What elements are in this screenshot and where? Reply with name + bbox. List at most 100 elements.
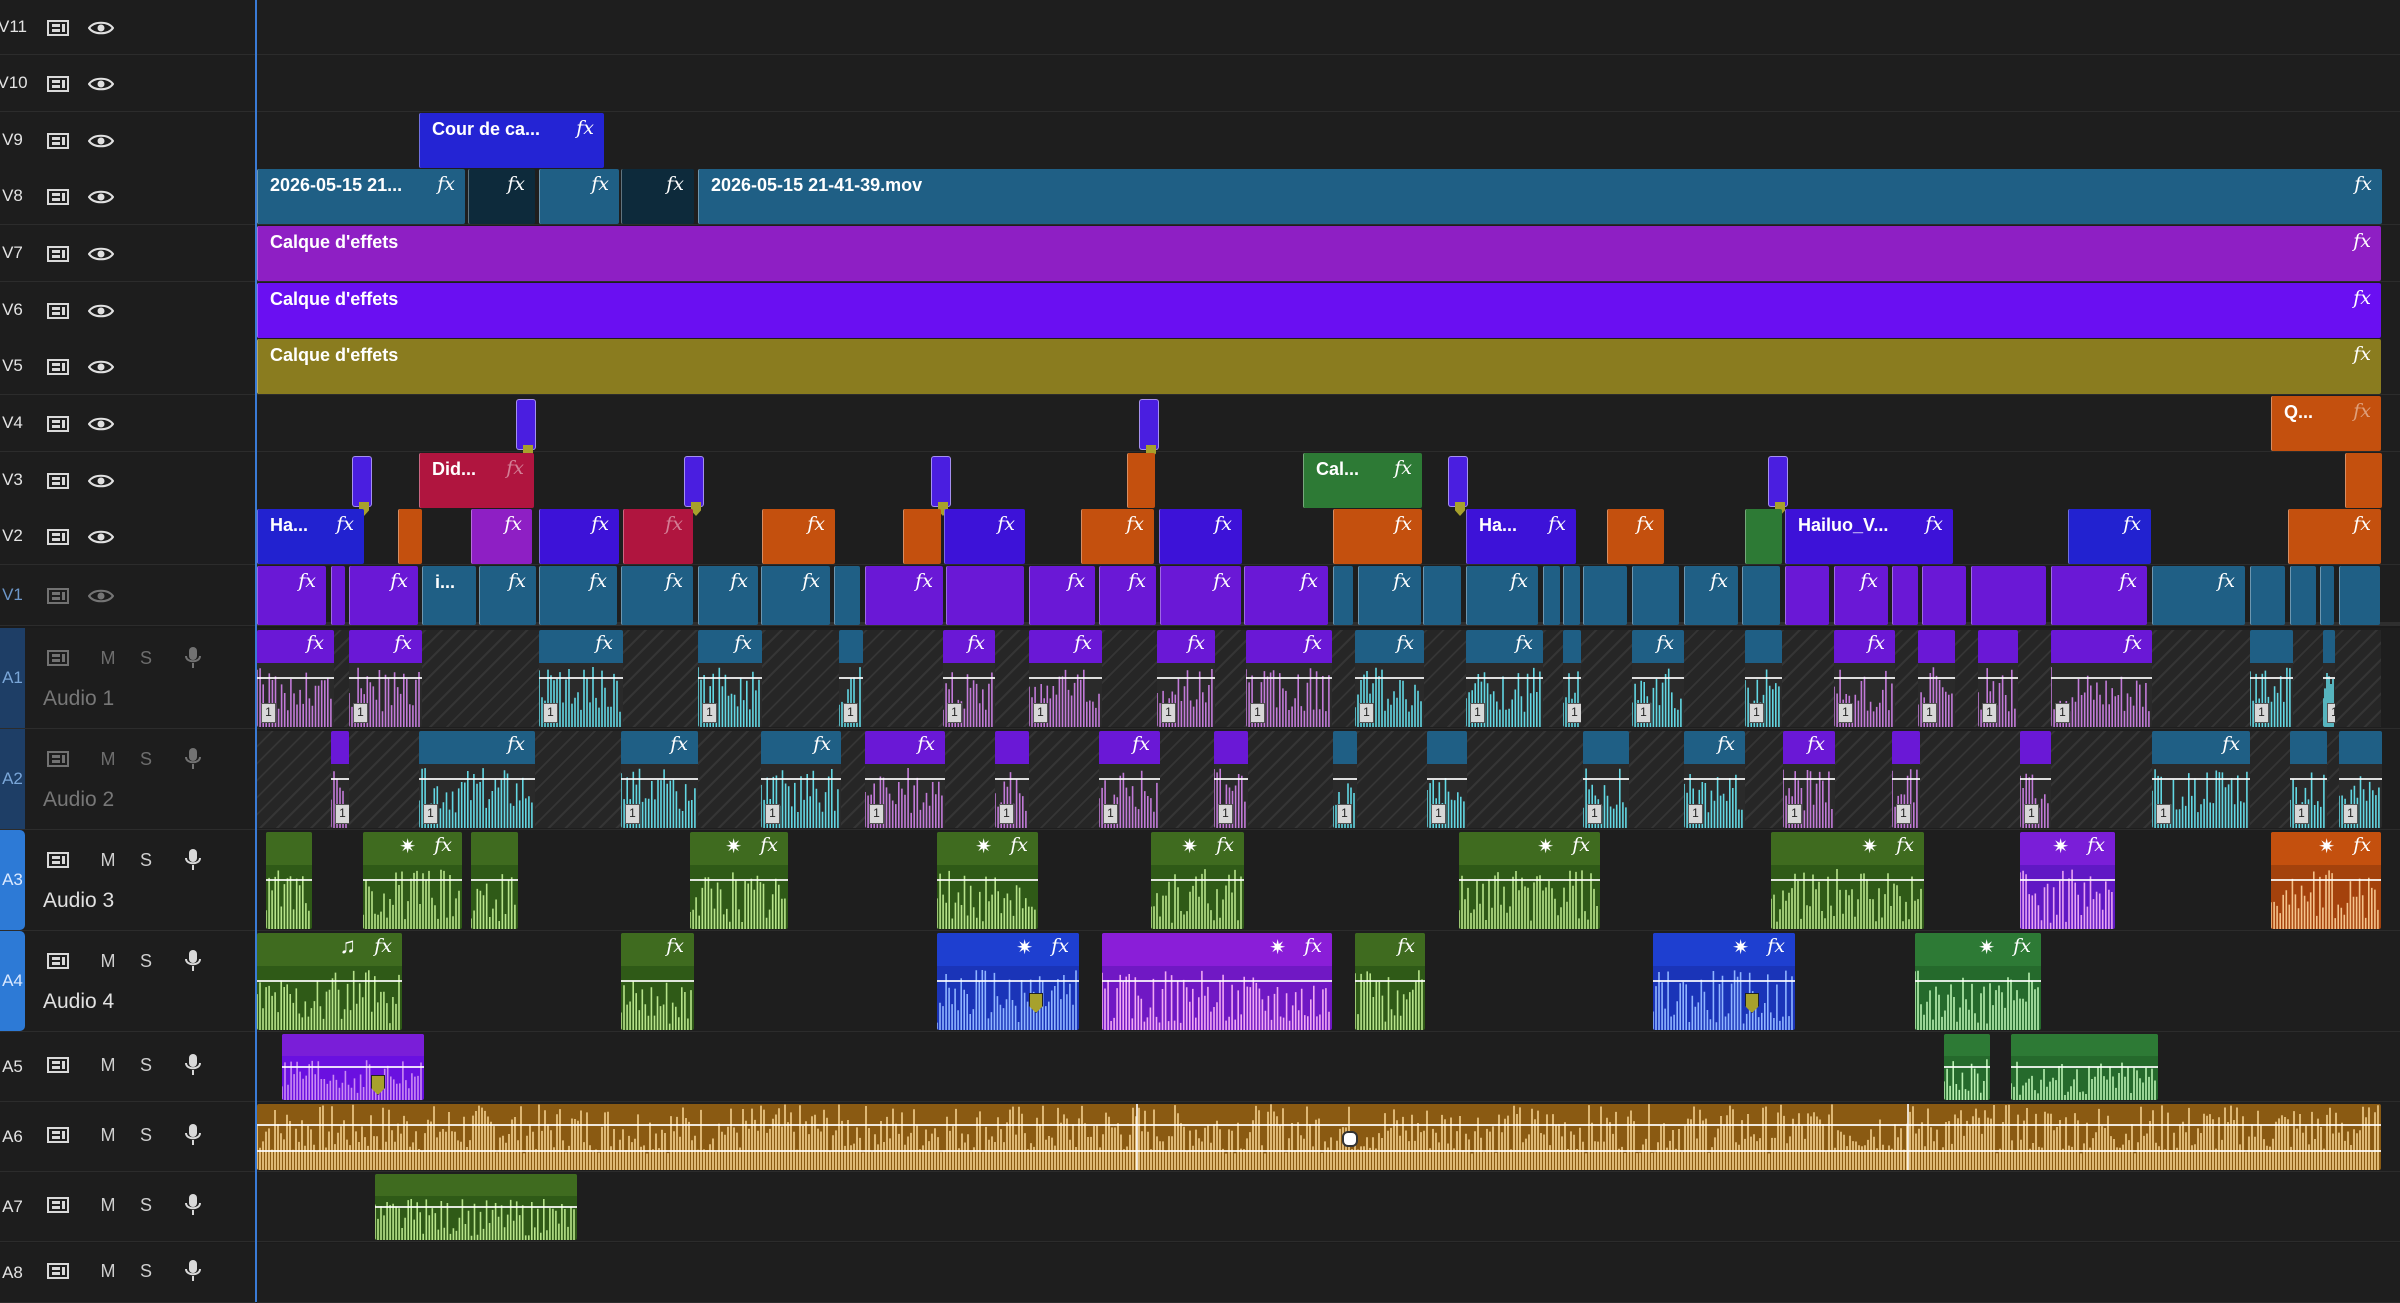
v1-clip[interactable]	[1333, 566, 1353, 625]
track-id-a7[interactable]: A7	[0, 1172, 25, 1241]
clip-v2-orange-6[interactable]: fx	[2288, 509, 2381, 564]
volume-line[interactable]	[2051, 676, 2152, 679]
audio-1-clip[interactable]: fx 1	[1355, 630, 1424, 727]
v1-clip[interactable]: fx	[1834, 566, 1888, 625]
clip-calque-v6[interactable]: Calque d'effets fx	[257, 283, 2381, 338]
v1-clip[interactable]	[331, 566, 345, 625]
track-id-v2[interactable]: V2	[0, 508, 25, 564]
microphone-icon[interactable]	[185, 848, 201, 872]
track-id-a1[interactable]: A1	[0, 628, 25, 728]
clip-v2-orange-2[interactable]	[903, 509, 941, 564]
v1-clip[interactable]	[946, 566, 1024, 625]
mute-button[interactable]: M	[95, 648, 121, 669]
volume-line[interactable]	[1745, 676, 1782, 679]
v1-clip[interactable]: fx	[1160, 566, 1241, 625]
volume-line[interactable]	[839, 676, 863, 679]
track-id-a4[interactable]: A4	[0, 931, 25, 1031]
video-clip-handle[interactable]	[1139, 399, 1159, 459]
mute-button[interactable]: M	[95, 1195, 121, 1216]
clip-v2-orange-5[interactable]: fx	[1607, 509, 1664, 564]
clip-v2-orange-1[interactable]: fx	[762, 509, 835, 564]
clip-v2-purple[interactable]: fx	[471, 509, 532, 564]
mute-button[interactable]: M	[95, 1261, 121, 1282]
audio-1-clip[interactable]: fx 1	[1157, 630, 1215, 727]
eye-icon[interactable]	[88, 189, 114, 205]
volume-line[interactable]	[698, 676, 762, 679]
v1-clip[interactable]: fx	[1358, 566, 1421, 625]
volume-line[interactable]	[2020, 777, 2051, 780]
clip-v8-teal-2[interactable]: fx	[539, 169, 619, 224]
audio-4-clip[interactable]: fx ✷	[1102, 933, 1332, 1030]
audio-1-clip[interactable]: 1	[1563, 630, 1581, 727]
volume-line[interactable]	[690, 878, 788, 881]
clip-q[interactable]: Q... fx	[2271, 396, 2381, 451]
v1-clip[interactable]: fx	[1466, 566, 1538, 625]
audio-2-clip[interactable]: fx 1	[419, 731, 535, 828]
audio-1-clip[interactable]: fx 1	[698, 630, 762, 727]
v1-clip[interactable]: fx	[1244, 566, 1328, 625]
audio-2-clip[interactable]: 1	[2339, 731, 2382, 828]
clip-v2-violet[interactable]: fx	[539, 509, 619, 564]
film-strip-icon[interactable]	[47, 75, 69, 92]
solo-button[interactable]: S	[133, 648, 159, 669]
keyframe-icon[interactable]	[1342, 1131, 1358, 1147]
v1-clip[interactable]: fx	[2152, 566, 2245, 625]
volume-line[interactable]	[937, 979, 1079, 982]
track-id-v11[interactable]: V11	[0, 0, 27, 54]
v1-clip[interactable]: fx	[1684, 566, 1738, 625]
audio-7-clip[interactable]	[375, 1174, 577, 1240]
audio-2-clip[interactable]: 1	[1214, 731, 1248, 828]
volume-line[interactable]	[1214, 777, 1248, 780]
audio-1-clip[interactable]: fx 1	[1029, 630, 1102, 727]
audio-2-clip[interactable]: 1	[1427, 731, 1467, 828]
track-id-v4[interactable]: V4	[0, 395, 25, 451]
audio-3-clip[interactable]: fx ✷	[690, 832, 788, 929]
clip-v2-orange-4[interactable]: fx	[1333, 509, 1422, 564]
volume-line[interactable]	[2290, 777, 2327, 780]
mute-button[interactable]: M	[95, 951, 121, 972]
track-id-v3[interactable]: V3	[0, 452, 25, 508]
track-id-v8[interactable]: V8	[0, 168, 25, 224]
audio-1-clip[interactable]: fx 1	[349, 630, 422, 727]
clip-v2-orange-3[interactable]: fx	[1081, 509, 1154, 564]
track-id-v6[interactable]: V6	[0, 282, 25, 338]
audio-2-clip[interactable]: 1	[1583, 731, 1629, 828]
clip-v2-orange-small[interactable]	[398, 509, 422, 564]
mute-button[interactable]: M	[95, 1055, 121, 1076]
audio-5-clip-3[interactable]	[2011, 1034, 2158, 1100]
track-id-a6[interactable]: A6	[0, 1102, 25, 1171]
audio-1-clip[interactable]: 1	[1745, 630, 1782, 727]
v1-clip[interactable]: fx	[1029, 566, 1095, 625]
volume-line[interactable]	[865, 777, 945, 780]
volume-line[interactable]	[1653, 979, 1795, 982]
video-clip-handle[interactable]	[1768, 456, 1788, 516]
film-strip-icon[interactable]	[47, 852, 69, 868]
audio-1-clip[interactable]: fx 1	[539, 630, 623, 727]
clip-v2-blue[interactable]: fx	[2068, 509, 2151, 564]
clip-2026-first[interactable]: 2026-05-15 21... fx	[257, 169, 465, 224]
v1-clip[interactable]	[1971, 566, 2046, 625]
volume-line[interactable]	[2271, 878, 2381, 881]
track-id-a8[interactable]: A8	[0, 1243, 25, 1302]
clip-calque-v5[interactable]: Calque d'effets fx	[257, 339, 2381, 394]
solo-button[interactable]: S	[133, 850, 159, 871]
volume-line[interactable]	[1102, 979, 1332, 982]
film-strip-icon[interactable]	[47, 188, 69, 205]
volume-line[interactable]	[282, 1065, 424, 1068]
clip-2026-main[interactable]: 2026-05-15 21-41-39.mov fx	[698, 169, 2382, 224]
audio-2-clip[interactable]: fx 1	[2152, 731, 2250, 828]
v1-clip[interactable]	[1892, 566, 1918, 625]
volume-line[interactable]	[621, 979, 694, 982]
v1-clip[interactable]	[1583, 566, 1627, 625]
volume-line[interactable]	[1099, 777, 1160, 780]
volume-line[interactable]	[266, 878, 312, 881]
audio-4-clip[interactable]: fx ✷	[1915, 933, 2041, 1030]
volume-line[interactable]	[471, 878, 518, 881]
audio-2-clip[interactable]: fx 1	[1099, 731, 1160, 828]
audio-1-clip[interactable]: fx 1	[1632, 630, 1684, 727]
film-strip-icon[interactable]	[47, 19, 69, 36]
volume-line[interactable]	[2250, 676, 2293, 679]
audio-4-clip[interactable]: fx ♫	[257, 933, 402, 1030]
film-strip-icon[interactable]	[47, 302, 69, 319]
audio-2-clip[interactable]: 1	[1892, 731, 1920, 828]
